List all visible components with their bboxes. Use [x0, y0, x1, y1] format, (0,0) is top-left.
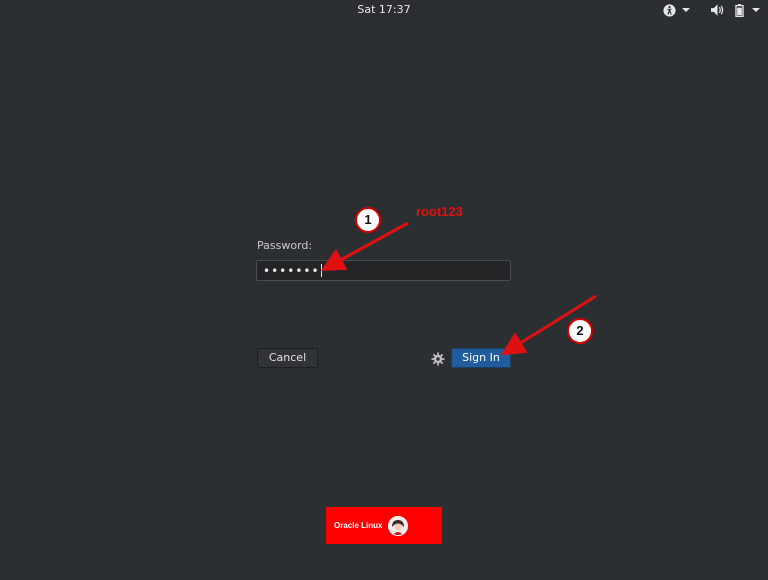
- chevron-down-icon[interactable]: [748, 2, 764, 18]
- cancel-button[interactable]: Cancel: [257, 348, 318, 368]
- sign-in-button[interactable]: Sign In: [451, 348, 511, 368]
- gear-icon[interactable]: [431, 351, 445, 366]
- oracle-linux-banner: Oracle Linux: [326, 507, 442, 544]
- password-mask: •••••••: [263, 263, 320, 278]
- battery-icon[interactable]: [731, 2, 747, 18]
- password-hint-annotation: root123: [416, 204, 463, 219]
- volume-icon[interactable]: [709, 2, 725, 18]
- password-label: Password:: [257, 239, 313, 252]
- banner-text: Oracle Linux: [334, 521, 383, 530]
- top-bar: Sat 17:37: [0, 0, 768, 20]
- step-2-badge: 2: [567, 318, 593, 344]
- clock[interactable]: Sat 17:37: [0, 3, 768, 17]
- chevron-down-icon[interactable]: [678, 2, 694, 18]
- step-1-badge: 1: [355, 207, 381, 233]
- password-field[interactable]: •••••••: [256, 260, 511, 281]
- accessibility-icon[interactable]: [661, 2, 677, 18]
- login-screen: Sat 17:37 Password: ••••••• Cancel Sign …: [0, 0, 768, 580]
- text-caret: [320, 264, 322, 277]
- avatar-icon: [388, 515, 409, 536]
- annotation-arrows: [320, 221, 597, 356]
